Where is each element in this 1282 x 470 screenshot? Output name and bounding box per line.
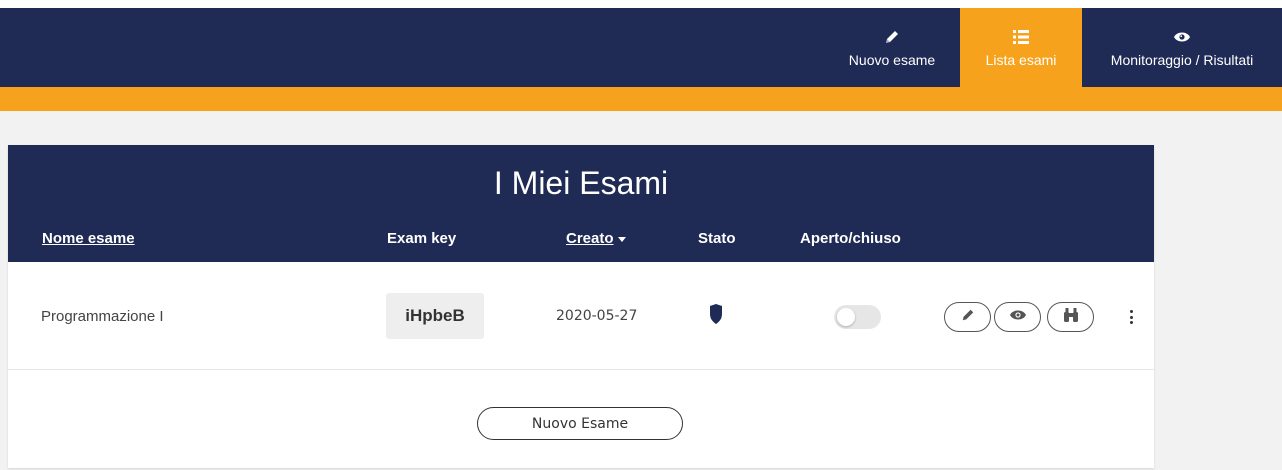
pencil-icon bbox=[961, 308, 975, 327]
caret-down-icon bbox=[617, 236, 626, 242]
exams-card: I Miei Esami Nome esame Exam key Creato … bbox=[8, 145, 1154, 468]
more-options-icon[interactable] bbox=[1125, 306, 1137, 328]
column-header-creato[interactable]: Creato bbox=[566, 230, 626, 247]
nav-lista-esami[interactable]: Lista esami bbox=[960, 8, 1082, 87]
column-header-stato: Stato bbox=[698, 230, 736, 247]
kebab-dot bbox=[1129, 310, 1133, 313]
eye-icon bbox=[1174, 28, 1190, 46]
binoculars-icon bbox=[1063, 307, 1079, 328]
open-closed-toggle[interactable] bbox=[834, 305, 881, 329]
column-header-aperto-chiuso: Aperto/chiuso bbox=[800, 230, 901, 247]
top-navbar: Nuovo esame Lista esami Monitoraggio / R… bbox=[0, 8, 1282, 87]
top-strip bbox=[0, 0, 1282, 8]
nav-label: Nuovo esame bbox=[848, 51, 936, 68]
view-exam-button[interactable] bbox=[994, 302, 1041, 332]
exam-key-badge: iHpbeB bbox=[386, 293, 484, 339]
column-header-nome-esame[interactable]: Nome esame bbox=[42, 230, 135, 247]
nav-nuovo-esame[interactable]: Nuovo esame bbox=[824, 8, 960, 87]
accent-bar bbox=[0, 87, 1282, 111]
toggle-knob bbox=[837, 308, 855, 326]
monitor-exam-button[interactable] bbox=[1047, 302, 1094, 332]
page-title: I Miei Esami bbox=[493, 165, 669, 201]
shield-icon bbox=[709, 304, 723, 328]
card-header: I Miei Esami Nome esame Exam key Creato … bbox=[8, 145, 1154, 262]
column-header-exam-key: Exam key bbox=[387, 230, 457, 247]
edit-exam-button[interactable] bbox=[944, 302, 991, 332]
pencil-icon bbox=[884, 28, 900, 46]
column-header-creato-label: Creato bbox=[566, 230, 614, 247]
nuovo-esame-button[interactable]: Nuovo Esame bbox=[477, 407, 683, 440]
kebab-dot bbox=[1129, 315, 1133, 319]
eye-icon bbox=[1009, 308, 1026, 326]
exam-created-date: 2020-05-27 bbox=[556, 308, 638, 324]
list-icon bbox=[1013, 28, 1029, 46]
table-row: Programmazione I iHpbeB 2020-05-27 bbox=[8, 262, 1154, 370]
nav-monitoraggio-risultati[interactable]: Monitoraggio / Risultati bbox=[1082, 8, 1282, 87]
kebab-dot bbox=[1129, 321, 1133, 324]
nav-label: Monitoraggio / Risultati bbox=[1110, 51, 1254, 68]
nav-label: Lista esami bbox=[985, 51, 1057, 68]
exam-name: Programmazione I bbox=[41, 308, 164, 325]
